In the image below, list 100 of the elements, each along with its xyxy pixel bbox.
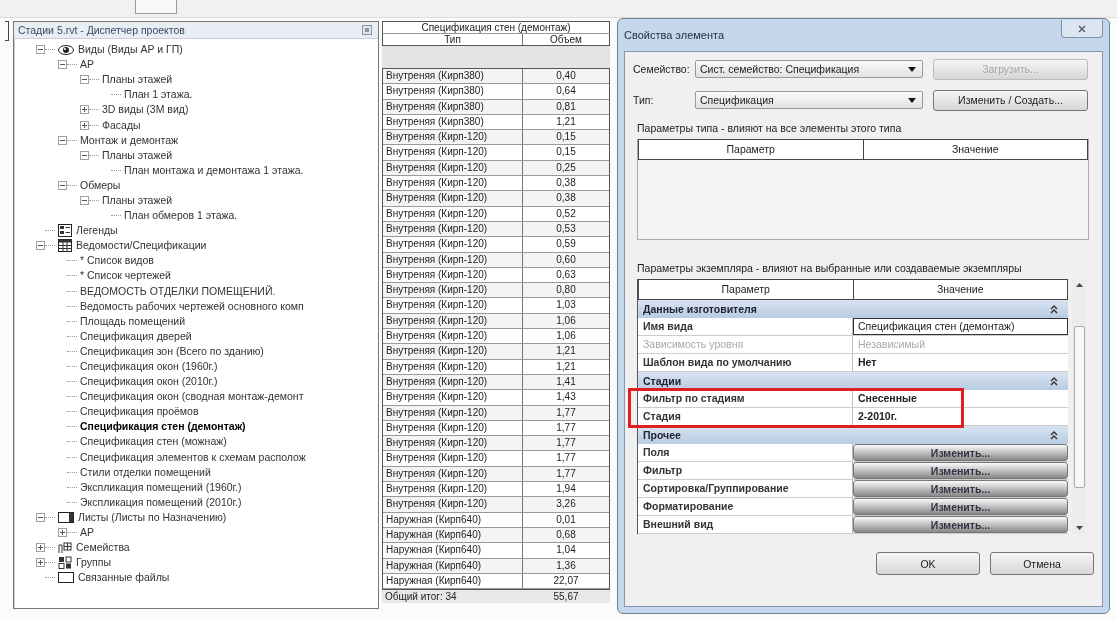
tree-item[interactable]: План обмеров 1 этажа. [124, 209, 238, 223]
parameter-name: Зависимость уровня [638, 336, 853, 353]
table-cell: Внутреняя (Кирп380) [383, 114, 523, 130]
tree-item[interactable]: Планы этажей [102, 148, 173, 162]
tree-item[interactable]: Спецификация элементов к схемам располож [80, 450, 306, 464]
chevron-icon[interactable] [1050, 304, 1058, 314]
close-button[interactable] [1061, 20, 1103, 38]
tree-item[interactable]: * Список видов [80, 254, 154, 268]
chevron-icon[interactable] [1050, 430, 1058, 440]
category-label: Данные изготовителя [643, 303, 757, 315]
collapse-toggle[interactable] [58, 60, 67, 70]
panel-title: Стадии 5.rvt - Диспетчер проектов [18, 24, 185, 36]
table-cell-text: 0,59 [555, 237, 577, 252]
tree-item[interactable]: Ведомости/Спецификации [76, 239, 207, 253]
value-field[interactable]: Спецификация стен (демонтаж) [853, 318, 1068, 335]
tree-item[interactable]: Планы этажей [102, 73, 173, 87]
tree-item[interactable]: * Список чертежей [80, 269, 171, 283]
edit-button[interactable]: Изменить... [853, 444, 1068, 461]
collapse-toggle[interactable] [36, 241, 45, 251]
tree-item[interactable]: ВЕДОМОСТЬ ОТДЕЛКИ ПОМЕЩЕНИЙ. [80, 284, 276, 298]
tree-item[interactable]: Связанные файлы [78, 571, 170, 585]
edit-button[interactable]: Изменить... [853, 462, 1068, 479]
tree-item[interactable]: Фасады [102, 118, 141, 132]
toolbar-tab[interactable] [135, 0, 177, 14]
collapse-toggle[interactable] [80, 75, 89, 85]
parameter-name: Стадия [638, 408, 853, 425]
tree-item[interactable]: АР [80, 526, 94, 540]
expand-toggle[interactable] [80, 120, 89, 130]
table-cell: Внутреняя (Кирп-120) [383, 374, 523, 390]
tree-item[interactable]: 3D виды (3М вид) [102, 103, 189, 117]
field-label: Тип: [633, 94, 655, 106]
table-cell-text: 1,03 [555, 298, 577, 313]
edit-button[interactable]: Изменить... [853, 498, 1068, 515]
category-header[interactable]: Прочее [638, 426, 1068, 444]
tree-item[interactable]: Семейства [76, 541, 130, 555]
expand-toggle[interactable] [36, 543, 45, 553]
tree-item[interactable]: Виды (Виды АР и ГП) [78, 43, 183, 57]
table-cell: Внутреняя (Кирп-120) [383, 329, 523, 344]
tree-item[interactable]: Спецификация дверей [80, 329, 192, 343]
legend-icon [58, 224, 72, 238]
table-cell: Внутреняя (Кирп-120) [383, 436, 523, 451]
dropdown[interactable]: Сист. семейство: Спецификация [695, 60, 923, 78]
field-label: Семейство: [633, 63, 691, 75]
collapse-toggle[interactable] [58, 180, 67, 190]
dialog-button[interactable]: OK [876, 552, 980, 575]
tree-item[interactable]: Обмеры [80, 178, 121, 192]
tree-item[interactable]: АР [80, 58, 94, 72]
collapse-toggle[interactable] [36, 512, 45, 522]
expand-toggle[interactable] [58, 528, 67, 538]
table-cell: Внутреняя (Кирп-120) [383, 466, 523, 481]
tree-item[interactable]: Спецификация окон (сводная монтаж-демонт [80, 390, 304, 404]
up-arrow-icon[interactable] [1075, 283, 1083, 287]
tree-item[interactable]: Планы этажей [102, 194, 173, 207]
tree-item[interactable]: Экспликация помещений (2010г.) [80, 495, 242, 509]
tree-item[interactable]: План 1 этажа. [124, 88, 193, 102]
expand-toggle[interactable] [80, 105, 89, 115]
edit-button[interactable]: Изменить... [853, 480, 1068, 497]
table-cell-text: 0,53 [555, 221, 577, 236]
dialog-button[interactable]: Изменить / Создать... [933, 89, 1088, 111]
tree-item[interactable]: Спецификация стен (можнаж) [80, 435, 227, 449]
tree-item[interactable]: План монтажа и демонтажа 1 этажа. [124, 163, 304, 177]
tree-item[interactable]: Спецификация окон (2010г.) [80, 375, 218, 389]
table-cell-text: 0,15 [555, 130, 577, 145]
tree-item[interactable]: Спецификация стен (демонтаж) [80, 420, 246, 434]
tree-item[interactable]: Спецификация зон (Всего по зданию) [80, 344, 264, 358]
table-cell-text: 0,52 [555, 206, 577, 221]
tree-item[interactable]: Спецификация проёмов [80, 405, 199, 419]
down-arrow-icon[interactable] [1075, 526, 1083, 530]
category-header[interactable]: Данные изготовителя [638, 300, 1068, 318]
parameter-value: 2-2010г. [857, 409, 897, 424]
total-value: 55,67 [552, 590, 580, 604]
chevron-icon[interactable] [1050, 376, 1058, 386]
blocks-icon [58, 541, 72, 555]
collapse-toggle[interactable] [36, 45, 45, 55]
table-cell: Внутреняя (Кирп380) [383, 69, 523, 84]
table-cell-text: 1,77 [555, 466, 577, 481]
tree-item[interactable]: Спецификация окон (1960г.) [80, 360, 218, 373]
tree-item[interactable]: Листы (Листы по Назначению) [78, 510, 227, 524]
tree-item[interactable]: Группы [76, 556, 111, 570]
sheet-icon [58, 511, 74, 523]
tree-item[interactable]: Стили отделки помещений [80, 465, 211, 479]
column-header: Тип [383, 34, 523, 45]
category-header[interactable]: Стадии [638, 372, 1068, 390]
table-cell-text: 0,60 [555, 252, 577, 267]
dropdown[interactable]: Спецификация [695, 91, 923, 109]
tree-item[interactable]: Ведомость рабочих чертежей основного комп [80, 299, 304, 313]
edit-button[interactable]: Изменить... [853, 516, 1068, 533]
scrollbar[interactable] [1072, 279, 1086, 534]
tree-item[interactable]: Легенды [76, 224, 118, 238]
table-cell: Внутреняя (Кирп-120) [383, 298, 523, 313]
dialog-button[interactable]: Отмена [990, 552, 1094, 575]
collapse-toggle[interactable] [58, 135, 67, 145]
table-cell: Наружная (Кирп640) [383, 512, 523, 527]
table-cell-text: 0,68 [555, 527, 577, 542]
tree-item[interactable]: Монтаж и демонтаж [80, 133, 179, 147]
collapse-toggle[interactable] [80, 150, 89, 160]
expand-toggle[interactable] [36, 558, 45, 568]
collapse-toggle[interactable] [80, 196, 89, 205]
tree-item[interactable]: Площадь помещений [80, 314, 186, 328]
tree-item[interactable]: Экспликация помещений (1960г.) [80, 480, 242, 494]
